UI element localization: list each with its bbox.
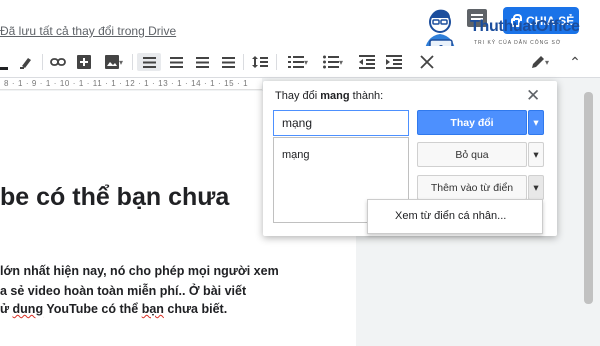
change-button[interactable]: Thay đổi: [417, 110, 527, 135]
line-spacing-icon[interactable]: [249, 53, 271, 71]
text-run: chưa biết.: [163, 302, 228, 316]
misspelled-word-label: mang: [320, 90, 350, 102]
numbered-list-icon[interactable]: ▾: [283, 53, 313, 71]
misspelled-word[interactable]: dung: [13, 302, 44, 316]
ruler[interactable]: 8 · 1 · 9 · 1 · 10 · 1 · 11 · 1 · 12 · 1…: [0, 78, 262, 90]
replacement-input[interactable]: [273, 110, 409, 136]
logo-text: ThuthuatOffice: [470, 18, 580, 35]
dictionary-dropdown-menu: Xem từ điển cá nhân...: [367, 199, 543, 234]
collapse-icon[interactable]: ⌃: [566, 53, 584, 71]
ignore-options-chevron-down-icon[interactable]: ▾: [528, 142, 544, 167]
align-justify-icon[interactable]: [217, 53, 239, 71]
decrease-indent-icon[interactable]: [356, 53, 378, 71]
document-heading: be có thể bạn chưa: [0, 183, 230, 211]
toolbar-divider: [132, 54, 133, 70]
bulleted-list-icon[interactable]: ▾: [318, 53, 348, 71]
increase-indent-icon[interactable]: [383, 53, 405, 71]
toolbar-divider: [243, 54, 244, 70]
edit-mode-icon[interactable]: ▾: [525, 53, 555, 71]
align-center-icon[interactable]: [165, 53, 187, 71]
highlight-icon[interactable]: [17, 53, 35, 71]
text-run: YouTube có thể: [43, 302, 142, 316]
view-personal-dictionary-item[interactable]: Xem từ điển cá nhân...: [395, 210, 506, 222]
paragraph-line: a sẻ video hoàn toàn miễn phí.. Ở bài vi…: [0, 284, 247, 298]
link-icon[interactable]: [49, 53, 67, 71]
dialog-title-prefix: Thay đổi: [275, 90, 321, 102]
add-to-dictionary-button[interactable]: Thêm vào từ điển: [417, 175, 527, 200]
formatting-toolbar: ▾ ▾ ▾ ▾ ⌃: [0, 46, 600, 78]
close-icon[interactable]: ✕: [526, 86, 540, 106]
misspelled-word[interactable]: bạn: [142, 302, 164, 316]
dialog-title: Thay đổi mang thành:: [275, 90, 383, 102]
clear-format-icon[interactable]: [417, 53, 437, 71]
align-right-icon[interactable]: [191, 53, 213, 71]
toolbar-divider: [276, 54, 277, 70]
paragraph-line: lớn nhất hiện nay, nó cho phép mọi người…: [0, 264, 279, 278]
change-options-chevron-down-icon[interactable]: ▾: [528, 110, 544, 135]
suggestion-item[interactable]: mạng: [282, 149, 310, 161]
font-color-icon[interactable]: [0, 53, 8, 71]
save-status[interactable]: Đã lưu tất cả thay đổi trong Drive: [0, 24, 176, 38]
add-options-chevron-down-icon[interactable]: ▾: [528, 175, 544, 200]
comment-add-icon[interactable]: [76, 53, 92, 71]
dialog-title-suffix: thành:: [349, 90, 384, 102]
text-run: ử: [0, 302, 13, 316]
toolbar-divider: [42, 54, 43, 70]
paragraph-line: ử dung YouTube có thể bạn chưa biết.: [0, 302, 227, 316]
scrollbar-thumb[interactable]: [584, 92, 593, 304]
image-icon[interactable]: ▾: [100, 53, 128, 71]
align-left-icon[interactable]: [137, 53, 161, 71]
top-bar: Đã lưu tất cả thay đổi trong Drive CHIA …: [0, 0, 600, 55]
ignore-button[interactable]: Bỏ qua: [417, 142, 527, 167]
